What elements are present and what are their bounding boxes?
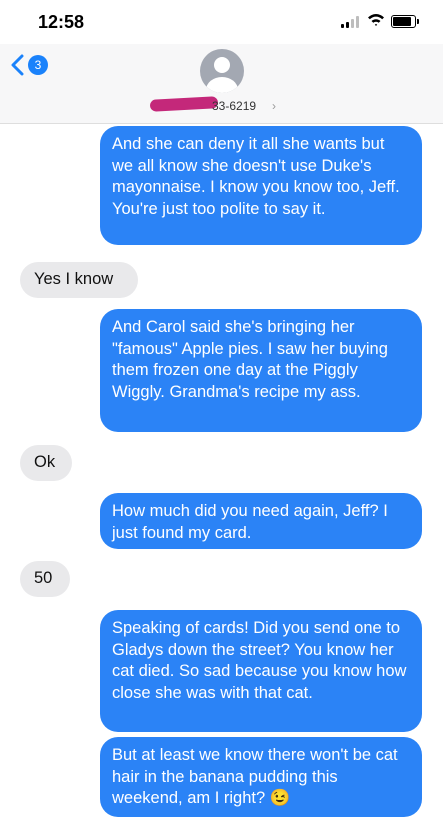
message-bubble-received[interactable]: 50 (20, 561, 70, 597)
conversation-header: 3 33-6219 › (0, 44, 443, 124)
signal-icon (341, 16, 361, 28)
message-bubble-sent[interactable]: How much did you need again, Jeff? I jus… (100, 493, 422, 549)
chevron-right-icon: › (272, 99, 276, 113)
contact-avatar[interactable] (200, 49, 244, 93)
battery-icon (391, 15, 419, 28)
message-bubble-sent[interactable]: But at least we know there won't be cat … (100, 737, 422, 817)
redaction-scribble (149, 96, 219, 112)
message-bubble-received[interactable]: Ok (20, 445, 72, 481)
status-bar: 12:58 (0, 0, 443, 44)
message-bubble-sent[interactable]: Speaking of cards! Did you send one to G… (100, 610, 422, 732)
contact-name-button[interactable]: 33-6219 › (149, 96, 300, 114)
wifi-icon (368, 14, 384, 26)
contact-number: 33-6219 (212, 99, 257, 113)
message-bubble-sent[interactable]: And she can deny it all she wants but we… (100, 126, 422, 245)
message-bubble-sent[interactable]: And Carol said she's bringing her "famou… (100, 309, 422, 432)
back-button[interactable]: 3 (10, 54, 48, 76)
status-time: 12:58 (38, 12, 85, 32)
chevron-left-icon (11, 54, 24, 76)
unread-count-badge: 3 (28, 55, 48, 75)
message-bubble-received[interactable]: Yes I know (20, 262, 138, 298)
